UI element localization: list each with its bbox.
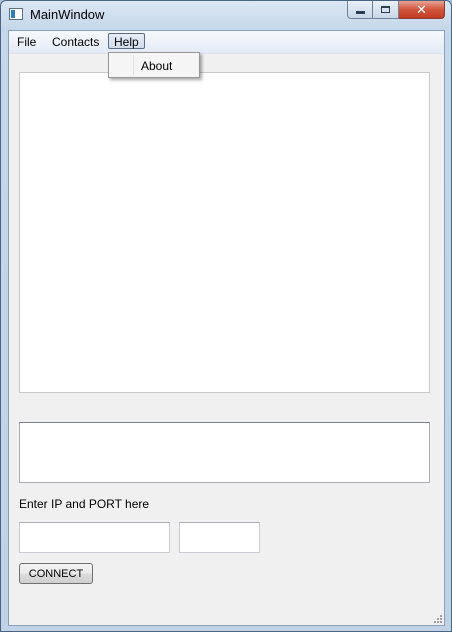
caption-buttons: ✕ xyxy=(347,1,445,19)
client-area: File Contacts Help Enter IP and PORT her… xyxy=(8,30,445,626)
message-input[interactable] xyxy=(19,422,430,483)
connect-button[interactable]: CONNECT xyxy=(19,563,93,584)
menu-file[interactable]: File xyxy=(13,34,40,50)
maximize-button[interactable] xyxy=(373,1,399,19)
main-window: MainWindow ✕ File Contacts Help Enter IP… xyxy=(0,0,452,632)
menu-help[interactable]: Help xyxy=(108,33,145,49)
ip-port-prompt-label: Enter IP and PORT here xyxy=(19,497,150,511)
close-icon: ✕ xyxy=(416,1,427,17)
maximize-icon xyxy=(381,6,390,13)
app-icon[interactable] xyxy=(9,8,23,20)
port-input[interactable] xyxy=(179,522,260,553)
chat-display-area[interactable] xyxy=(19,72,430,393)
ip-input[interactable] xyxy=(19,522,170,553)
help-dropdown-menu: About xyxy=(108,52,200,78)
window-title: MainWindow xyxy=(30,7,105,22)
size-grip-icon[interactable] xyxy=(432,613,442,623)
close-button[interactable]: ✕ xyxy=(399,1,445,19)
menu-contacts[interactable]: Contacts xyxy=(48,34,103,50)
minimize-icon xyxy=(355,10,365,14)
minimize-button[interactable] xyxy=(347,1,373,19)
title-bar[interactable]: MainWindow ✕ xyxy=(1,1,451,29)
menu-item-about[interactable]: About xyxy=(141,59,172,73)
menu-bar: File Contacts Help xyxy=(9,31,444,54)
